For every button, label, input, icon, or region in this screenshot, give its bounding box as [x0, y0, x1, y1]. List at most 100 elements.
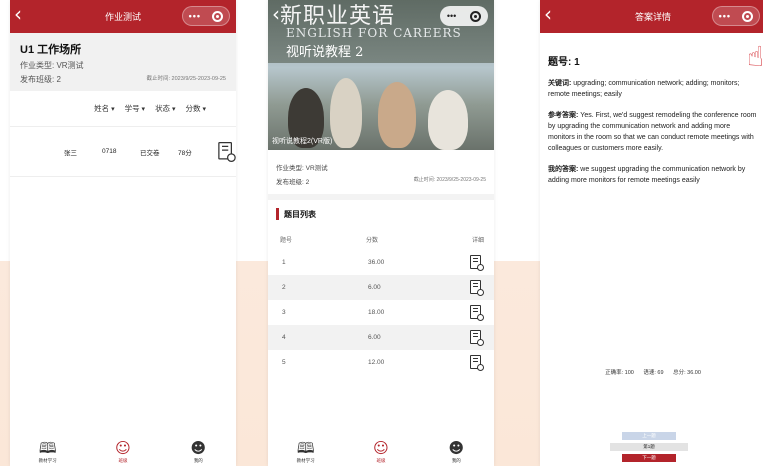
textbook-cover: 新职业英语 ENGLISH FOR CAREERS 视听说教程 2 ‹ ••• …	[268, 0, 494, 150]
class-icon: ☺	[115, 438, 131, 457]
tab-mine[interactable]: ☻ 我的	[436, 438, 476, 464]
section-title: 题目列表	[268, 200, 494, 228]
mini-program-capsule[interactable]: •••	[712, 6, 760, 26]
tab-class[interactable]: ☺ 班级	[103, 438, 143, 464]
cover-photo-person	[330, 78, 362, 148]
homework-type: 作业类型: VR测试	[276, 165, 328, 172]
bottom-tab-bar: 🕮 教材学习 ☺ 班级 ☻ 我的	[268, 438, 494, 466]
sort-student-id[interactable]: 学号	[125, 103, 145, 114]
detail-document-icon[interactable]	[470, 329, 484, 346]
tab-mine[interactable]: ☻ 我的	[178, 438, 218, 464]
detail-cell[interactable]	[468, 304, 484, 321]
prev-question-button[interactable]: 上一题	[622, 432, 676, 440]
close-target-icon[interactable]	[470, 10, 482, 22]
question-score: 12.00	[368, 359, 385, 366]
question-no: 4	[282, 334, 286, 341]
back-arrow-icon[interactable]: ‹	[544, 4, 552, 24]
user-icon: ☻	[448, 438, 465, 457]
deadline: 截止时间: 2023/9/25-2023-09-25	[413, 177, 486, 183]
cover-english-title: ENGLISH FOR CAREERS	[286, 26, 462, 40]
tab-textbook[interactable]: 🕮 教材学习	[286, 438, 326, 464]
my-answer-block: 我的答案: we suggest upgrading the communica…	[548, 164, 758, 186]
detail-cell[interactable]	[468, 279, 484, 296]
question-table: 1 36.00 2 6.00 3 18.00 4 6.00 5 12.00	[268, 250, 494, 375]
student-id: 0718	[102, 148, 117, 155]
sort-score[interactable]: 分数	[186, 103, 206, 114]
question-no: 2	[282, 284, 286, 291]
course-label: 视听说教程2(VR版)	[272, 138, 333, 145]
class-icon: ☺	[373, 438, 389, 457]
my-answer-text: we suggest upgrading the communication n…	[548, 166, 746, 184]
table-row[interactable]: 3 18.00	[268, 300, 494, 325]
top-bar: ‹ 答案详情 •••	[540, 0, 763, 33]
student-name: 张三	[64, 149, 77, 157]
sort-header: 姓名 学号 状态 分数	[10, 91, 236, 127]
close-target-icon[interactable]	[742, 10, 754, 22]
detail-document-icon[interactable]	[218, 141, 236, 162]
tab-label: 我的	[451, 457, 461, 463]
reference-label: 参考答案:	[548, 112, 579, 119]
section-title-text: 题目列表	[284, 209, 316, 219]
my-answer-label: 我的答案:	[548, 166, 579, 173]
homework-meta: 作业类型: VR测试 发布班级: 2 截止时间: 2023/9/25-2023-…	[268, 150, 494, 194]
book-icon: 🕮	[296, 438, 315, 457]
reference-answer-block: 参考答案: Yes. First, we'd suggest remodelin…	[548, 110, 758, 154]
homework-info: U1 工作场所 作业类型: VR测试 发布班级: 2 截止时间: 2023/9/…	[10, 33, 236, 91]
table-row[interactable]: 5 12.00	[268, 350, 494, 375]
close-target-icon[interactable]	[212, 10, 224, 22]
total-score: 总分: 36.00	[673, 370, 701, 376]
homework-type: 作业类型: VR测试	[20, 61, 84, 70]
question-no: 3	[282, 309, 286, 316]
sort-status[interactable]: 状态	[155, 103, 175, 114]
tab-label: 教材学习	[296, 457, 315, 463]
more-icon[interactable]: •••	[447, 11, 456, 21]
keywords-text: upgrading; communication network; adding…	[548, 80, 740, 98]
question-list-screen: 新职业英语 ENGLISH FOR CAREERS 视听说教程 2 ‹ ••• …	[268, 0, 494, 466]
cover-subtitle: 视听说教程 2	[286, 45, 364, 60]
keywords-block: 关键词: upgrading; communication network; a…	[548, 78, 758, 100]
mini-program-capsule[interactable]: •••	[440, 6, 488, 26]
tab-label: 教材学习	[38, 457, 57, 463]
back-arrow-icon[interactable]: ‹	[14, 4, 22, 24]
detail-cell[interactable]	[468, 329, 484, 346]
question-number: 题号: 1	[548, 57, 580, 68]
next-question-button[interactable]: 下一题	[622, 454, 676, 462]
tab-class[interactable]: ☺ 班级	[361, 438, 401, 464]
tab-label: 班级	[376, 457, 386, 463]
col-question-no: 题号	[280, 237, 293, 244]
cover-photo-person	[428, 90, 468, 150]
detail-document-icon[interactable]	[470, 304, 484, 321]
detail-document-icon[interactable]	[470, 354, 484, 371]
homework-test-screen: ‹ 作业测试 ••• U1 工作场所 作业类型: VR测试 发布班级: 2 截止…	[10, 0, 236, 466]
detail-cell[interactable]	[468, 354, 484, 371]
reference-text: Yes. First, we'd suggest remodeling the …	[548, 112, 757, 152]
more-icon[interactable]: •••	[189, 11, 201, 21]
page-indicator: 第1题	[610, 443, 688, 451]
publish-class: 发布班级: 2	[276, 179, 310, 186]
table-row[interactable]: 1 36.00	[268, 250, 494, 275]
table-header: 题号 分数 详细	[268, 228, 494, 250]
detail-document-icon[interactable]	[470, 254, 484, 271]
student-score: 78分	[178, 149, 192, 157]
publish-class: 发布班级: 2	[20, 75, 61, 84]
question-score: 18.00	[368, 309, 385, 316]
tab-label: 班级	[118, 457, 128, 463]
back-arrow-icon[interactable]: ‹	[272, 4, 280, 24]
more-icon[interactable]: •••	[719, 11, 731, 21]
mini-program-capsule[interactable]: •••	[182, 6, 230, 26]
question-no: 1	[282, 259, 286, 266]
col-score: 分数	[366, 237, 379, 244]
detail-cell[interactable]	[468, 254, 484, 271]
sort-name[interactable]: 姓名	[94, 103, 114, 114]
table-row[interactable]: 2 6.00	[268, 275, 494, 300]
user-icon: ☻	[190, 438, 207, 457]
question-score: 36.00	[368, 259, 385, 266]
hand-pointer-icon: ☝	[746, 40, 763, 73]
score-summary: 正确率: 100 语速: 69 总分: 36.00	[540, 368, 763, 376]
page-title: 答案详情	[634, 12, 671, 22]
top-bar: ‹ 作业测试 •••	[10, 0, 236, 33]
table-row[interactable]: 4 6.00	[268, 325, 494, 350]
tab-textbook[interactable]: 🕮 教材学习	[28, 440, 68, 464]
detail-document-icon[interactable]	[470, 279, 484, 296]
student-row[interactable]: 张三 0718 已交卷 78分	[10, 127, 236, 177]
